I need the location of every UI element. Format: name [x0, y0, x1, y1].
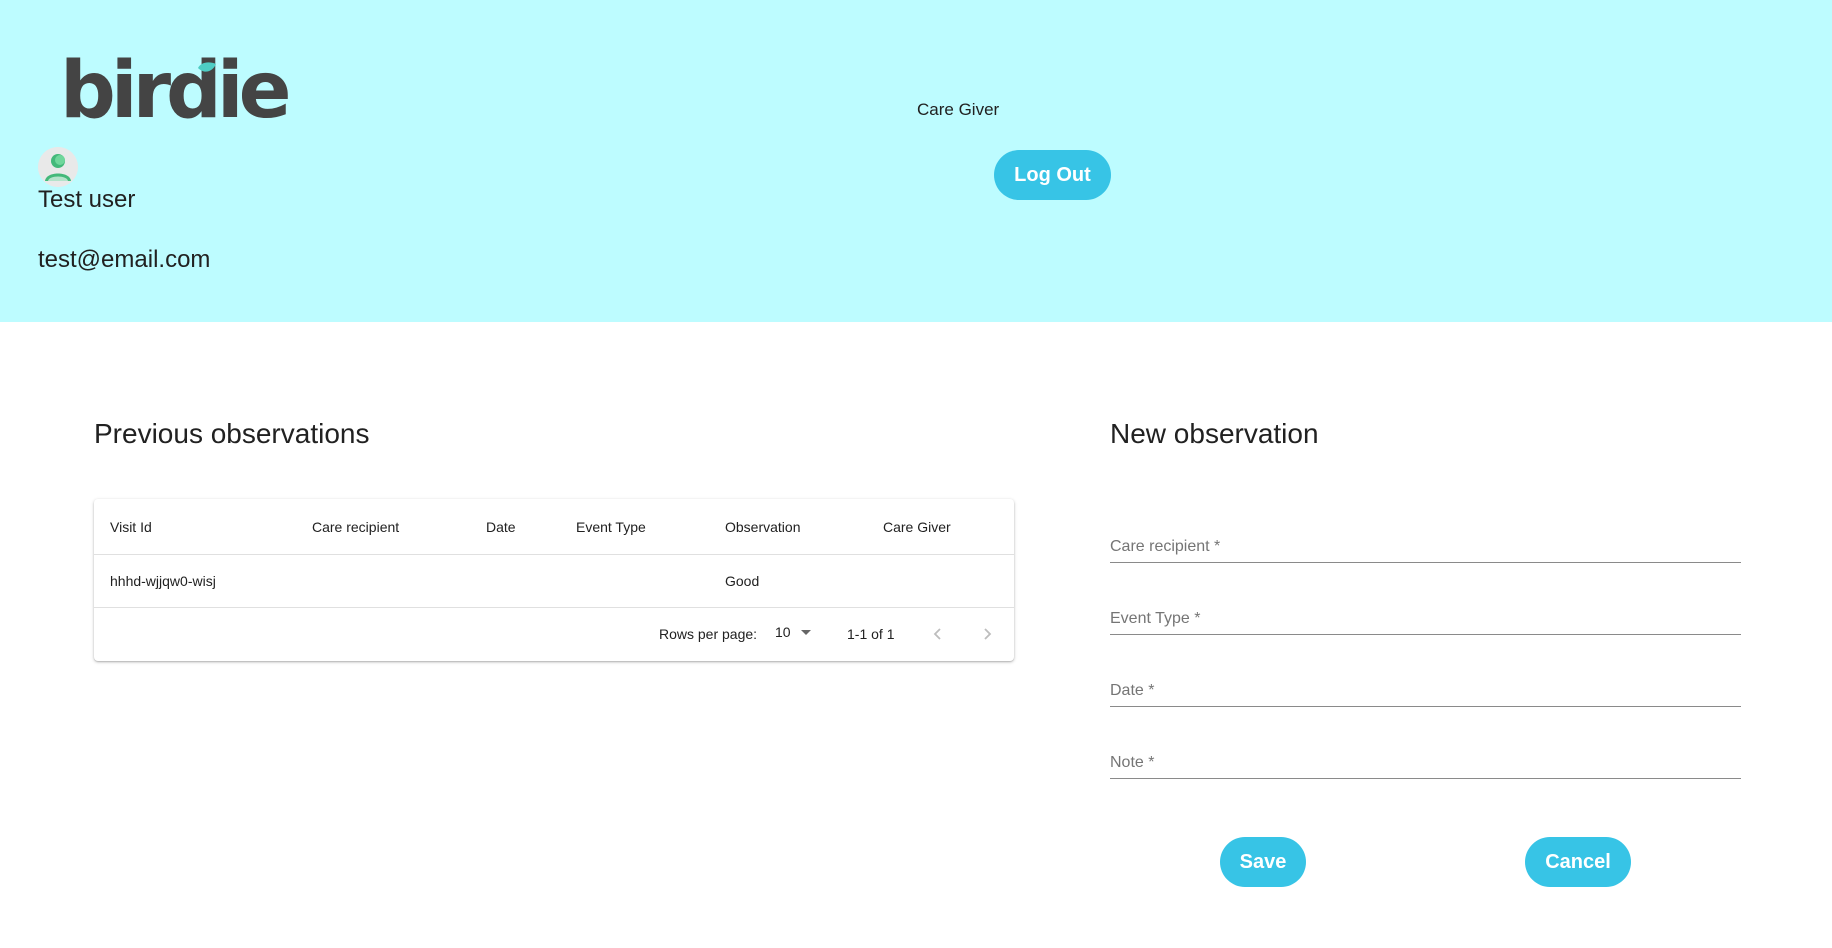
column-header-observation[interactable]: Observation [725, 519, 800, 535]
cancel-button[interactable]: Cancel [1525, 837, 1631, 887]
column-header-care-giver[interactable]: Care Giver [883, 519, 951, 535]
new-observation-title: New observation [1110, 418, 1319, 449]
rows-per-page-label: Rows per page: [659, 626, 758, 642]
column-header-event-type[interactable]: Event Type [576, 519, 646, 535]
event-type-input[interactable] [1110, 610, 1741, 628]
column-header-care-recipient[interactable]: Care recipient [312, 519, 399, 535]
app-header: birdie Test user test@email.com Care Giv… [0, 0, 1832, 322]
user-email: test@email.com [38, 246, 211, 273]
rows-per-page-select[interactable]: 10 [775, 624, 811, 640]
note-field [1110, 739, 1741, 779]
date-field [1110, 667, 1741, 707]
avatar [38, 147, 78, 187]
user-name: Test user [38, 186, 136, 213]
previous-page-button[interactable] [925, 621, 951, 647]
date-input[interactable] [1110, 682, 1741, 700]
table-row[interactable]: hhhd-wjjqw0-wisj Good [94, 555, 1014, 608]
logo-wordmark: birdie [60, 46, 292, 136]
logo-drop-icon [198, 62, 216, 72]
cell-visit-id: hhhd-wjjqw0-wisj [110, 573, 216, 589]
chevron-left-icon [933, 628, 941, 640]
observations-table: Visit Id Care recipient Date Event Type … [94, 499, 1014, 661]
next-page-button[interactable] [974, 621, 1000, 647]
column-header-date[interactable]: Date [486, 519, 516, 535]
user-role: Care Giver [917, 100, 1000, 119]
logout-button[interactable]: Log Out [994, 150, 1111, 200]
rows-per-page-value: 10 [775, 624, 791, 640]
user-avatar-icon [38, 147, 78, 187]
birdie-logo[interactable]: birdie [60, 52, 292, 130]
chevron-right-icon [984, 628, 992, 640]
event-type-field [1110, 595, 1741, 635]
note-input[interactable] [1110, 754, 1741, 772]
column-header-visit-id[interactable]: Visit Id [110, 519, 152, 535]
save-button[interactable]: Save [1220, 837, 1306, 887]
table-pagination: Rows per page: 10 1-1 of 1 [94, 608, 1014, 661]
previous-observations-title: Previous observations [94, 418, 370, 449]
table-header-row: Visit Id Care recipient Date Event Type … [94, 499, 1014, 555]
cell-observation: Good [725, 573, 760, 589]
care-recipient-input[interactable] [1110, 538, 1741, 556]
dropdown-caret-icon [800, 629, 811, 635]
care-recipient-field [1110, 523, 1741, 563]
pagination-range: 1-1 of 1 [847, 626, 895, 642]
